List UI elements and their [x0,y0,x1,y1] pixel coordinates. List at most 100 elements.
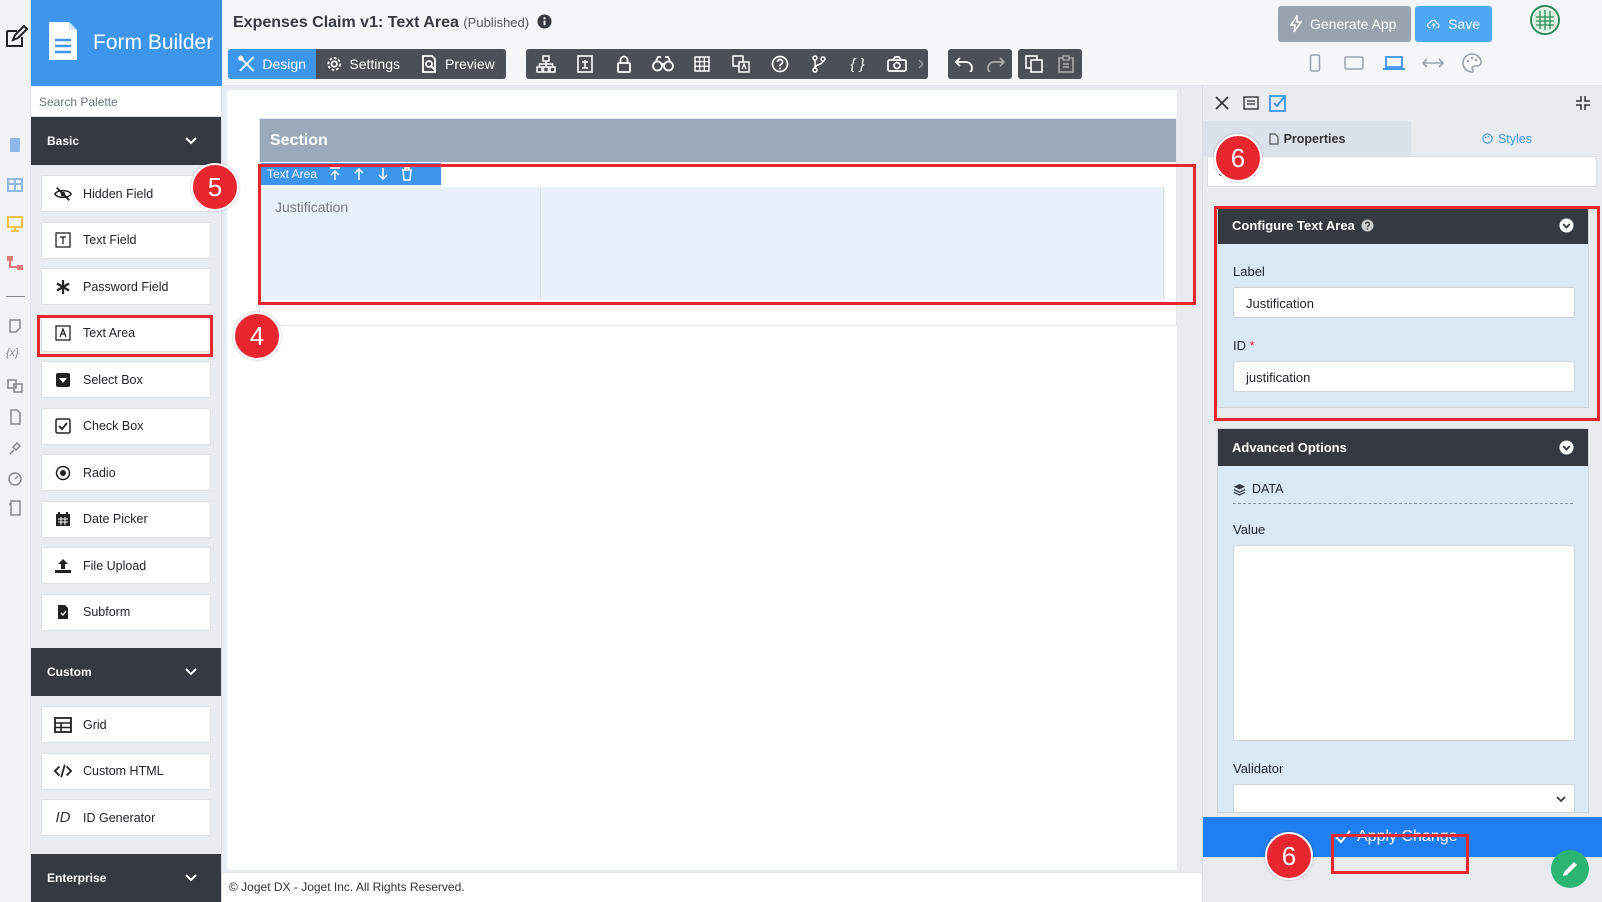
palette-item-check-box[interactable]: Check Box [41,407,211,445]
apply-change-button[interactable]: Apply Change [1335,821,1465,853]
text-area-element[interactable]: Text Area Justification [261,163,1175,300]
tab-preview[interactable]: Preview [410,49,506,79]
close-icon[interactable] [1215,96,1229,110]
palette-item-password-field[interactable]: Password Field [41,268,211,305]
palette-item-file-upload[interactable]: File Upload [41,547,211,584]
list-icon[interactable] [6,177,24,193]
data-section-label: DATA [1252,482,1284,496]
json-braces-icon[interactable]: { } [838,49,877,79]
app-window: {x} Form Builder Search Palette Basic Hi… [0,0,1602,902]
palette-item-grid[interactable]: Grid [41,706,211,743]
custom-items: Grid Custom HTML ID ID Generator [31,696,221,850]
tab-settings[interactable]: Settings [316,49,410,79]
edit-icon[interactable] [4,25,28,49]
chevron-circle-down-icon[interactable] [1559,440,1574,455]
process-icon[interactable] [6,255,24,271]
palette-item-text-area[interactable]: Text Area [41,314,211,352]
value-textarea[interactable] [1233,545,1575,741]
move-down-icon[interactable] [377,167,389,181]
branch-icon[interactable] [799,49,838,79]
subform-icon [54,603,72,621]
properties-search-input[interactable]: Search [1207,156,1597,187]
clipboard-toolbar [1018,49,1082,79]
redo-icon[interactable] [980,49,1012,79]
advanced-options-header[interactable]: Advanced Options [1218,429,1588,466]
eye-slash-icon [54,185,72,203]
phone-icon[interactable] [1309,54,1325,72]
validator-select[interactable] [1233,784,1575,812]
form-canvas: Section Text Area Justification [222,86,1202,872]
tree-icon[interactable] [526,49,565,79]
palette-item-select-box[interactable]: Select Box [41,361,211,398]
save-button[interactable]: Save [1415,6,1492,42]
palette-item-custom-html[interactable]: Custom HTML [41,752,211,790]
translate-icon[interactable] [6,378,24,394]
binoculars-icon[interactable] [643,49,682,79]
palette-item-subform[interactable]: Subform [41,593,211,631]
table-icon[interactable] [682,49,721,79]
id-field-label: ID [1233,338,1246,353]
userview-icon[interactable] [6,216,24,232]
file-icon[interactable] [6,409,24,425]
step-marker-5: 5 [191,163,239,211]
help-icon[interactable] [760,49,799,79]
form-layout-icon[interactable] [565,49,604,79]
palette-item-label: Select Box [83,372,143,387]
paste-icon[interactable] [1050,49,1082,79]
tablet-icon[interactable] [1344,55,1366,71]
label-input[interactable]: Justification [1233,287,1575,318]
laptop-icon[interactable] [1382,55,1406,71]
floating-edit-button[interactable] [1551,850,1589,888]
configure-card-header[interactable]: Configure Text Area [1218,207,1588,244]
form-section[interactable]: Section Text Area Justification [259,118,1177,326]
check-icon [1335,830,1351,844]
category-enterprise[interactable]: Enterprise [31,853,221,902]
palette-color-icon[interactable] [1462,53,1482,73]
field-label: Justification [261,187,541,300]
id-input[interactable]: justification [1233,361,1575,392]
text-area-preview-input[interactable] [542,187,1164,300]
compress-icon[interactable] [1575,95,1591,111]
tab-properties-label: Properties [1283,131,1346,146]
undo-icon[interactable] [948,49,980,79]
trash-icon[interactable] [401,167,413,181]
palette-item-date-picker[interactable]: Date Picker [41,500,211,538]
radio-icon [54,464,72,482]
move-up-icon[interactable] [353,167,365,181]
form-icon[interactable] [6,137,24,153]
tab-design[interactable]: Design [228,49,316,79]
chevron-down-icon [185,873,197,881]
palette-item-radio[interactable]: Radio [41,454,211,491]
chevron-circle-down-icon[interactable] [1559,218,1574,233]
configure-card-title-wrap: Configure Text Area [1232,218,1374,233]
plugin-icon[interactable] [6,440,24,456]
category-basic[interactable]: Basic [31,117,221,165]
question-circle-icon[interactable] [1361,219,1374,232]
calendar-icon [54,510,72,528]
note-icon[interactable] [6,318,24,334]
move-to-top-icon[interactable] [329,167,341,181]
checked-box-icon[interactable] [1269,93,1289,113]
lock-icon[interactable] [604,49,643,79]
palette-item-id-generator[interactable]: ID ID Generator [41,799,211,836]
variable-icon[interactable]: {x} [6,347,24,363]
left-rail: {x} [0,0,31,902]
avatar[interactable] [1530,5,1560,35]
chevron-down-icon [185,668,197,676]
log-icon[interactable] [6,500,24,516]
generate-app-button[interactable]: Generate App [1278,6,1411,42]
category-custom[interactable]: Custom [31,648,221,696]
camera-icon[interactable] [877,49,916,79]
copy-icon[interactable] [1018,49,1050,79]
expand-horizontal-icon[interactable] [1421,55,1445,71]
translate-icon[interactable] [721,49,760,79]
palette-item-text-field[interactable]: Text Field [41,221,211,259]
chevron-right-icon[interactable] [916,49,926,79]
tab-styles[interactable]: Styles [1411,121,1602,156]
info-icon[interactable] [537,14,552,29]
text-field-icon [54,231,72,249]
panel-layout-icon[interactable] [1243,95,1259,111]
palette-item-hidden-field[interactable]: Hidden Field [41,175,211,212]
performance-icon[interactable] [6,470,24,486]
palette-search-input[interactable]: Search Palette [31,86,221,117]
